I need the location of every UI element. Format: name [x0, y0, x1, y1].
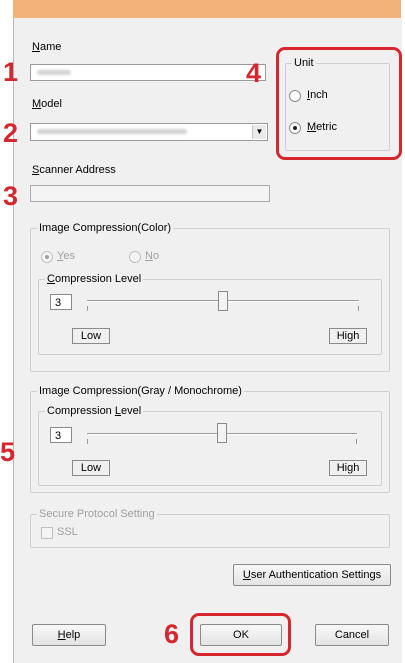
name-label: Name [32, 41, 62, 53]
color-high-label: High [329, 328, 367, 344]
scanner-address-input[interactable] [30, 185, 270, 202]
color-yes-radio[interactable] [41, 251, 53, 263]
model-select[interactable]: ▼ [30, 123, 268, 141]
color-yes-label: Yes [57, 250, 75, 262]
gray-slider-tick-min [87, 439, 88, 444]
ssl-checkbox[interactable] [41, 527, 53, 539]
cancel-button[interactable]: Cancel [315, 624, 389, 646]
model-label: Model [32, 98, 62, 110]
gray-level-input[interactable]: 3 [50, 427, 72, 443]
gray-slider-tick-max [356, 439, 357, 444]
gray-compression-legend: Image Compression(Gray / Monochrome) [37, 385, 244, 397]
color-low-label: Low [72, 328, 110, 344]
gray-level-legend: Compression Level [45, 405, 144, 417]
color-slider-thumb[interactable] [218, 291, 228, 311]
color-level-input[interactable]: 3 [50, 294, 72, 310]
unit-highlight-frame [276, 47, 402, 160]
chevron-down-icon[interactable]: ▼ [252, 125, 266, 139]
callout-6: 6 [164, 619, 180, 649]
ok-highlight-frame [190, 613, 291, 656]
name-input[interactable] [30, 64, 266, 81]
gray-high-label: High [329, 460, 367, 476]
callout-5: 5 [0, 437, 16, 467]
color-level-legend: Compression Level [45, 273, 144, 285]
callout-3: 3 [3, 181, 19, 211]
callout-1: 1 [3, 57, 19, 87]
help-button[interactable]: Help [32, 624, 106, 646]
color-compression-legend: Image Compression(Color) [37, 222, 174, 234]
color-no-radio[interactable] [129, 251, 141, 263]
ssl-label: SSL [57, 526, 78, 538]
scanner-address-label: Scanner Address [32, 164, 116, 176]
secure-protocol-group: Secure Protocol Setting [30, 508, 390, 548]
gray-low-label: Low [72, 460, 110, 476]
title-bar [13, 0, 401, 18]
callout-2: 2 [3, 118, 19, 148]
color-slider-tick-min [87, 306, 88, 311]
user-authentication-settings-button[interactable]: User Authentication Settings [233, 564, 391, 586]
gray-slider-thumb[interactable] [217, 423, 227, 443]
callout-4: 4 [246, 58, 262, 88]
color-slider-tick-max [358, 306, 359, 311]
color-no-label: No [145, 250, 160, 262]
secure-protocol-legend: Secure Protocol Setting [37, 508, 157, 520]
